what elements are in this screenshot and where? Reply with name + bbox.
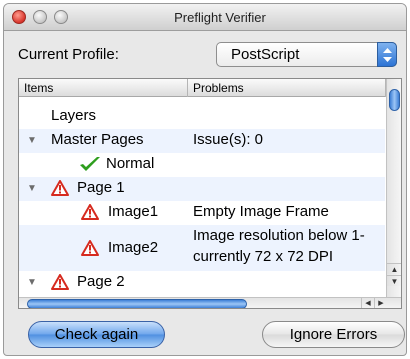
profile-label: Current Profile:: [18, 46, 119, 63]
profile-select-value: PostScript: [231, 46, 300, 63]
table-row[interactable]: Layers: [19, 105, 385, 129]
warning-triangle-icon: [81, 204, 99, 224]
title-bar: Preflight Verifier: [4, 4, 406, 31]
disclosure-triangle-icon[interactable]: ▼: [27, 277, 37, 288]
column-divider: [187, 79, 188, 97]
ignore-errors-button[interactable]: Ignore Errors: [262, 321, 405, 348]
item-label: Page 2: [77, 273, 125, 290]
warning-triangle-icon: [81, 240, 99, 260]
column-header-items[interactable]: Items: [24, 81, 53, 95]
table-header: Items Problems: [19, 79, 401, 97]
scroll-left-arrow-icon[interactable]: ◀: [361, 298, 374, 308]
warning-triangle-icon: [51, 180, 69, 200]
table-row[interactable]: ▼ Page 2: [19, 271, 385, 295]
preflight-results-table: Items Problems Layers ▼ Master Pages Iss…: [18, 78, 402, 309]
up-down-arrows-icon: [377, 42, 397, 67]
problem-label: Issue(s): 0: [193, 131, 264, 148]
checkmark-icon: [79, 156, 101, 177]
item-label: Normal: [106, 155, 155, 172]
profile-select[interactable]: PostScript: [216, 42, 397, 67]
preflight-window: Preflight Verifier Current Profile: Post…: [3, 3, 407, 356]
item-label: Image2: [108, 239, 159, 256]
table-row[interactable]: Normal: [19, 153, 385, 177]
scroll-up-arrow-icon[interactable]: ▲: [387, 263, 401, 274]
problem-label: Empty Image Frame: [193, 203, 329, 220]
horizontal-scroll-thumb[interactable]: [27, 299, 247, 308]
vertical-scroll-thumb[interactable]: [389, 89, 400, 111]
problem-label-line2: currently 72 x 72 DPI: [193, 248, 334, 265]
problem-label: Image resolution below 1-: [193, 227, 365, 244]
horizontal-scrollbar[interactable]: ◀ ▶: [19, 297, 401, 308]
scroll-right-arrow-icon[interactable]: ▶: [374, 298, 387, 308]
item-label: Page 1: [77, 179, 125, 196]
scroll-down-arrow-icon[interactable]: ▼: [387, 275, 401, 286]
vertical-scrollbar[interactable]: ▲ ▼: [386, 79, 401, 297]
disclosure-triangle-icon[interactable]: ▼: [27, 135, 37, 146]
disclosure-triangle-icon[interactable]: ▼: [27, 183, 37, 194]
table-row[interactable]: Image1 Empty Image Frame: [19, 201, 385, 225]
item-label: Master Pages: [51, 131, 144, 148]
table-row[interactable]: ▼ Master Pages Issue(s): 0: [19, 129, 385, 153]
item-label: Image1: [108, 203, 159, 220]
window-title: Preflight Verifier: [174, 10, 266, 25]
table-row[interactable]: ▼ Page 1: [19, 177, 385, 201]
item-label: Layers: [51, 107, 97, 124]
table-row[interactable]: Image2 Image resolution below 1- current…: [19, 225, 385, 271]
column-header-problems[interactable]: Problems: [193, 81, 244, 95]
warning-triangle-icon: [51, 274, 69, 294]
check-again-button[interactable]: Check again: [28, 321, 165, 348]
